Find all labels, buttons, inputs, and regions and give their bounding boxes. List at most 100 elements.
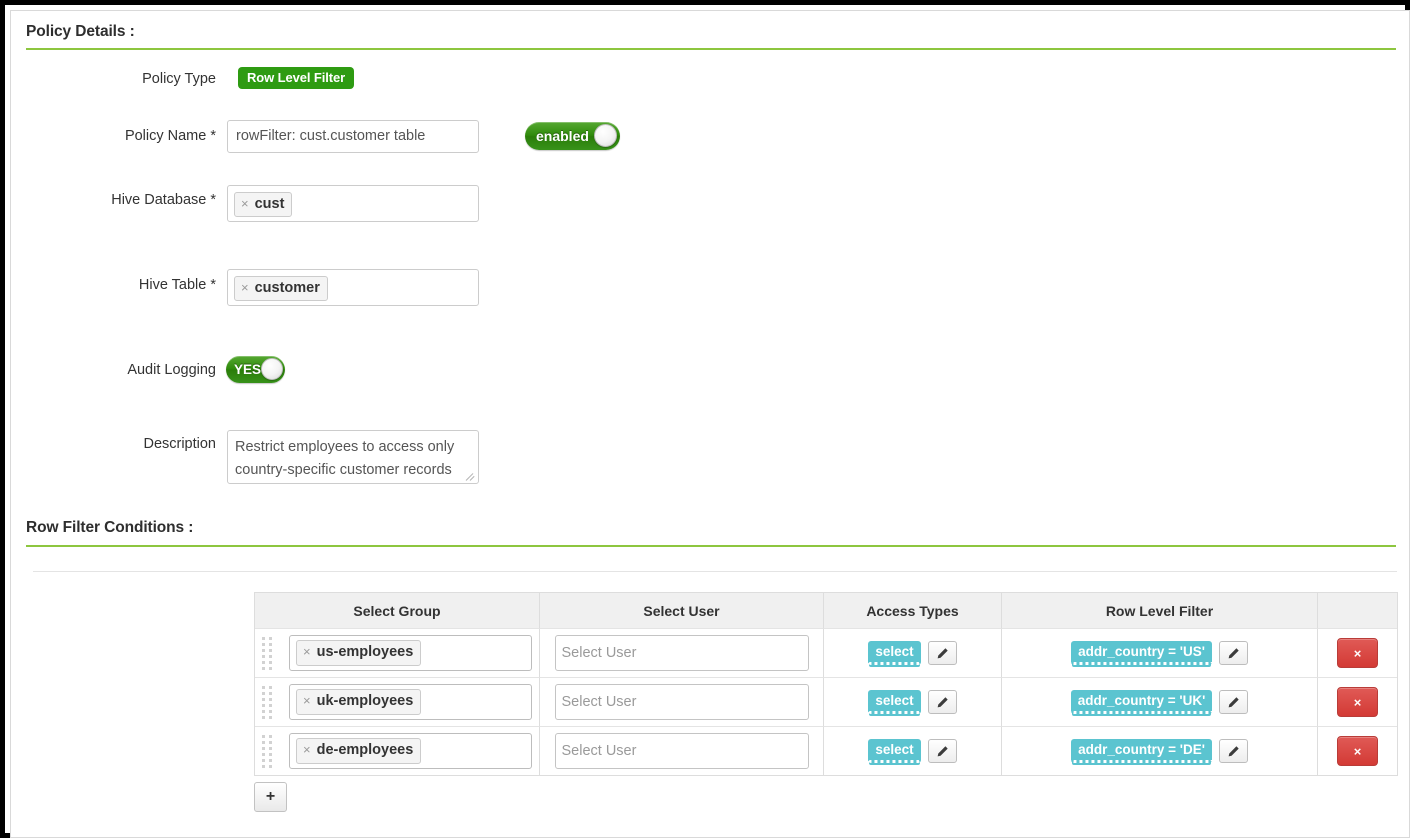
hive-table-token[interactable]: × customer [234, 276, 328, 301]
hive-table-token-label: customer [255, 279, 320, 297]
remove-icon[interactable]: × [303, 693, 311, 709]
description-line-1: Restrict employees to access only [235, 436, 471, 459]
user-select[interactable]: Select User [555, 684, 809, 720]
column-header-access-types: Access Types [824, 593, 1002, 628]
cell-select-user: Select User [540, 677, 824, 726]
policy-type-badge: Row Level Filter [238, 67, 354, 89]
group-token[interactable]: × us-employees [296, 640, 421, 665]
cell-select-user: Select User [540, 726, 824, 775]
audit-logging-toggle-label: YES [234, 362, 261, 377]
row-filter-badge[interactable]: addr_country = 'DE' [1071, 739, 1212, 764]
policy-type-label: Policy Type [31, 71, 216, 87]
policy-form-panel: Policy Details : Policy Type Row Level F… [10, 10, 1410, 838]
group-select[interactable]: × us-employees [289, 635, 532, 671]
audit-logging-toggle[interactable]: YES [226, 356, 285, 383]
policy-name-value: rowFilter: cust.customer table [236, 129, 425, 144]
remove-icon[interactable]: × [241, 280, 249, 296]
group-select[interactable]: × de-employees [289, 733, 532, 769]
user-select[interactable]: Select User [555, 733, 809, 769]
description-line-2: country-specific customer records [235, 459, 471, 482]
screenshot-frame: Policy Details : Policy Type Row Level F… [0, 0, 1410, 838]
edit-row-filter-button[interactable] [1219, 641, 1248, 665]
access-type-badge[interactable]: select [868, 739, 920, 764]
cell-actions: × [1318, 726, 1397, 775]
delete-row-button[interactable]: × [1337, 638, 1378, 668]
user-select[interactable]: Select User [555, 635, 809, 671]
audit-logging-label: Audit Logging [31, 362, 216, 378]
group-token[interactable]: × de-employees [296, 738, 421, 763]
access-type-badge[interactable]: select [868, 690, 920, 715]
cell-access-types: select [824, 677, 1002, 726]
group-select[interactable]: × uk-employees [289, 684, 532, 720]
drag-handle-icon[interactable] [262, 733, 273, 769]
cell-access-types: select [824, 726, 1002, 775]
edit-access-types-button[interactable] [928, 641, 957, 665]
audit-logging-toggle-knob [261, 358, 283, 380]
hive-table-label: Hive Table * [31, 277, 216, 293]
cell-select-group: × de-employees [255, 726, 540, 775]
cell-actions: × [1318, 628, 1397, 677]
cell-row-level-filter: addr_country = 'US' [1002, 628, 1318, 677]
drag-handle-icon[interactable] [262, 635, 273, 671]
pencil-icon [1227, 745, 1240, 758]
resize-handle-icon[interactable] [466, 471, 476, 481]
user-placeholder: Select User [562, 743, 637, 759]
cell-select-user: Select User [540, 628, 824, 677]
row-filter-conditions-divider [26, 545, 1396, 547]
pencil-icon [1227, 696, 1240, 709]
pencil-icon [936, 647, 949, 660]
hive-database-token[interactable]: × cust [234, 192, 292, 217]
hive-table-select[interactable]: × customer [227, 269, 479, 306]
row-filter-badge[interactable]: addr_country = 'US' [1071, 641, 1212, 666]
table-row: × us-employees Select User select [255, 628, 1397, 677]
cell-row-level-filter: addr_country = 'DE' [1002, 726, 1318, 775]
hive-database-token-label: cust [255, 195, 285, 213]
pencil-icon [1227, 647, 1240, 660]
cell-access-types: select [824, 628, 1002, 677]
row-filter-conditions-table: Select Group Select User Access Types Ro… [254, 592, 1398, 776]
add-condition-row-button[interactable]: + [254, 782, 287, 812]
delete-row-button[interactable]: × [1337, 687, 1378, 717]
cell-select-group: × uk-employees [255, 677, 540, 726]
pencil-icon [936, 745, 949, 758]
policy-details-heading: Policy Details : [26, 23, 135, 41]
cell-row-level-filter: addr_country = 'UK' [1002, 677, 1318, 726]
row-filter-conditions-heading: Row Filter Conditions : [26, 519, 193, 537]
table-header-row: Select Group Select User Access Types Ro… [255, 593, 1397, 628]
description-textarea[interactable]: Restrict employees to access only countr… [227, 430, 479, 484]
column-header-select-user: Select User [540, 593, 824, 628]
pencil-icon [936, 696, 949, 709]
edit-row-filter-button[interactable] [1219, 739, 1248, 763]
hive-database-select[interactable]: × cust [227, 185, 479, 222]
column-header-row-level-filter: Row Level Filter [1002, 593, 1318, 628]
description-label: Description [31, 436, 216, 452]
table-row: × de-employees Select User select [255, 726, 1397, 775]
policy-enabled-toggle-knob [594, 124, 617, 147]
row-filter-badge[interactable]: addr_country = 'UK' [1071, 690, 1213, 715]
remove-icon[interactable]: × [303, 644, 311, 660]
column-header-select-group: Select Group [255, 593, 540, 628]
remove-icon[interactable]: × [241, 196, 249, 212]
edit-access-types-button[interactable] [928, 739, 957, 763]
policy-enabled-toggle[interactable]: enabled [525, 122, 620, 150]
drag-handle-icon[interactable] [262, 684, 273, 720]
policy-name-input[interactable]: rowFilter: cust.customer table [227, 120, 479, 153]
user-placeholder: Select User [562, 645, 637, 661]
delete-row-button[interactable]: × [1337, 736, 1378, 766]
edit-access-types-button[interactable] [928, 690, 957, 714]
access-type-badge[interactable]: select [868, 641, 920, 666]
cell-actions: × [1318, 677, 1397, 726]
table-row: × uk-employees Select User select [255, 677, 1397, 726]
cell-select-group: × us-employees [255, 628, 540, 677]
user-placeholder: Select User [562, 694, 637, 710]
group-token-label: uk-employees [317, 692, 414, 710]
hive-database-label: Hive Database * [31, 192, 216, 208]
policy-enabled-toggle-label: enabled [536, 128, 589, 144]
policy-details-divider [26, 48, 1396, 50]
group-token[interactable]: × uk-employees [296, 689, 421, 714]
remove-icon[interactable]: × [303, 742, 311, 758]
edit-row-filter-button[interactable] [1219, 690, 1248, 714]
policy-name-label: Policy Name * [31, 128, 216, 144]
column-header-actions [1318, 593, 1397, 628]
row-filter-conditions-subdivider [33, 571, 1397, 572]
